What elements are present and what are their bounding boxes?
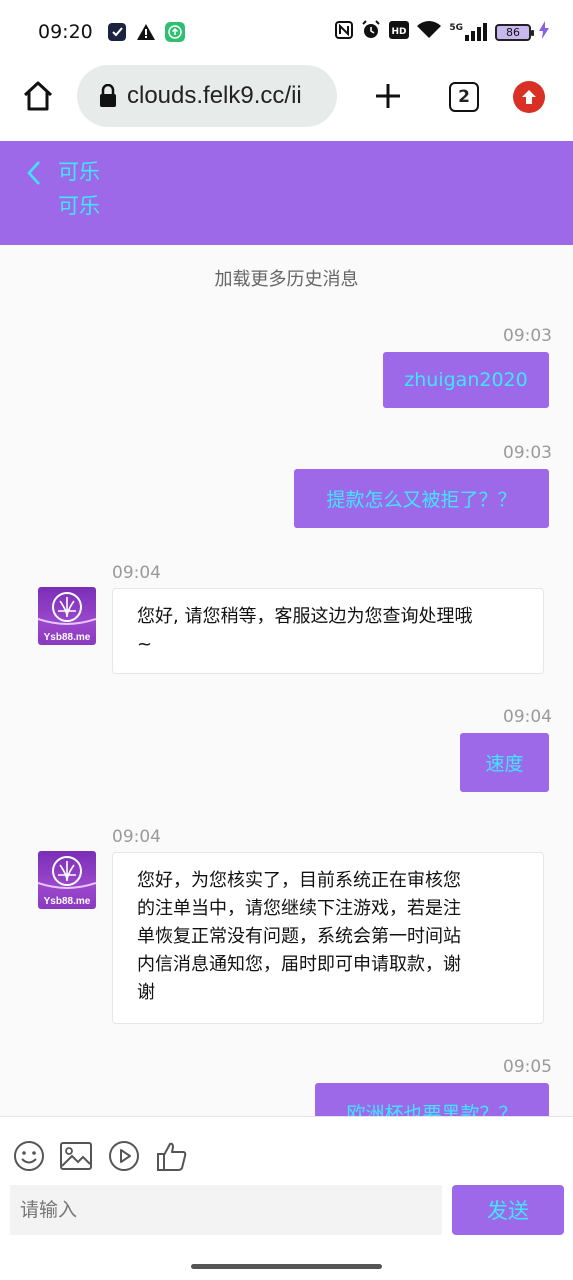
incoming-message: 您好，为您核实了，目前系统正在审核您 的注单当中，请您继续下注游戏，若是注 单恢… (112, 852, 544, 1024)
wifi-icon (417, 21, 442, 43)
image-button[interactable] (59, 1139, 93, 1173)
like-button[interactable] (155, 1139, 189, 1173)
status-bar: 09:20 HD 5G 86 (0, 0, 573, 64)
logo-icon (38, 592, 96, 625)
chat-header: 可乐 可乐 (0, 141, 573, 245)
message-line: ~ (137, 634, 153, 655)
svg-text:HD: HD (392, 27, 407, 37)
address-bar[interactable]: clouds.felk9.cc/ii (77, 65, 337, 127)
gesture-navigation-bar[interactable] (191, 1264, 382, 1269)
message-time: 09:04 (503, 707, 552, 727)
signal-icon: 5G (449, 23, 487, 41)
nfc-icon (335, 21, 354, 43)
message-time: 09:05 (503, 1057, 552, 1077)
logo-icon (38, 856, 96, 889)
send-button[interactable]: 发送 (452, 1185, 564, 1235)
clock-app-icon (107, 22, 127, 42)
message-time: 09:04 (112, 827, 161, 847)
avatar-label: Ysb88.me (43, 632, 91, 643)
emoji-button[interactable] (12, 1139, 46, 1173)
message-line: 单恢复正常没有问题，系统会第一时间站 (137, 926, 461, 947)
agent-avatar: Ysb88.me (38, 851, 96, 909)
thumbs-up-icon (157, 1142, 187, 1171)
message-input[interactable] (10, 1185, 442, 1235)
network-type: 5G (449, 23, 463, 33)
outgoing-message: 提款怎么又被拒了？？ (294, 469, 549, 528)
message-line: 内信消息通知您，届时即可申请取款，谢 (137, 954, 461, 975)
update-button[interactable] (513, 81, 545, 113)
home-icon (23, 81, 53, 111)
message-time: 09:04 (112, 563, 161, 583)
emoji-icon (14, 1141, 44, 1171)
message-line: 谢 (137, 982, 155, 1003)
chat-subtitle: 可乐 (58, 194, 100, 218)
message-line: 的注单当中，请您继续下注游戏，若是注 (137, 898, 461, 919)
plus-icon (376, 84, 400, 108)
browser-toolbar: clouds.felk9.cc/ii 2 (0, 64, 573, 130)
hd-icon: HD (389, 21, 410, 43)
lock-icon (100, 84, 116, 107)
status-time: 09:20 (38, 21, 93, 43)
charging-icon (539, 21, 549, 43)
url-text: clouds.felk9.cc/ii (127, 82, 302, 109)
tab-switcher-button[interactable]: 2 (449, 82, 479, 112)
message-time: 09:03 (503, 443, 552, 463)
message-line: 您好，为您核实了，目前系统正在审核您 (137, 870, 461, 891)
battery-level: 86 (506, 25, 520, 39)
message-line: 您好, 请您稍等，客服这边为您查询处理哦 (137, 606, 473, 627)
battery-indicator: 86 (495, 23, 534, 41)
message-time: 09:03 (503, 326, 552, 346)
home-button[interactable] (20, 78, 56, 114)
composer: 发送 (0, 1116, 573, 1256)
outgoing-message: zhuigan2020 (383, 352, 549, 408)
avatar-label: Ysb88.me (43, 896, 91, 907)
image-icon (60, 1142, 92, 1170)
warning-icon (136, 24, 155, 40)
video-button[interactable] (107, 1139, 141, 1173)
outgoing-message: 欧洲杯也要黑款？？ (315, 1083, 549, 1116)
arrow-up-icon (522, 90, 536, 104)
agent-avatar: Ysb88.me (38, 587, 96, 645)
alarm-icon (361, 20, 381, 44)
back-chevron-icon[interactable] (22, 159, 46, 187)
incoming-message: 您好, 请您稍等，客服这边为您查询处理哦 ~ (112, 588, 544, 674)
load-more-history-link[interactable]: 加载更多历史消息 (0, 265, 573, 291)
chat-title: 可乐 (58, 160, 100, 184)
tab-count: 2 (458, 87, 470, 107)
message-list[interactable]: 加载更多历史消息 09:03 zhuigan2020 09:03 提款怎么又被拒… (0, 245, 573, 1116)
outgoing-message: 速度 (460, 733, 549, 792)
new-tab-button[interactable] (370, 78, 406, 114)
app-update-icon (164, 22, 185, 42)
play-icon (109, 1141, 139, 1171)
